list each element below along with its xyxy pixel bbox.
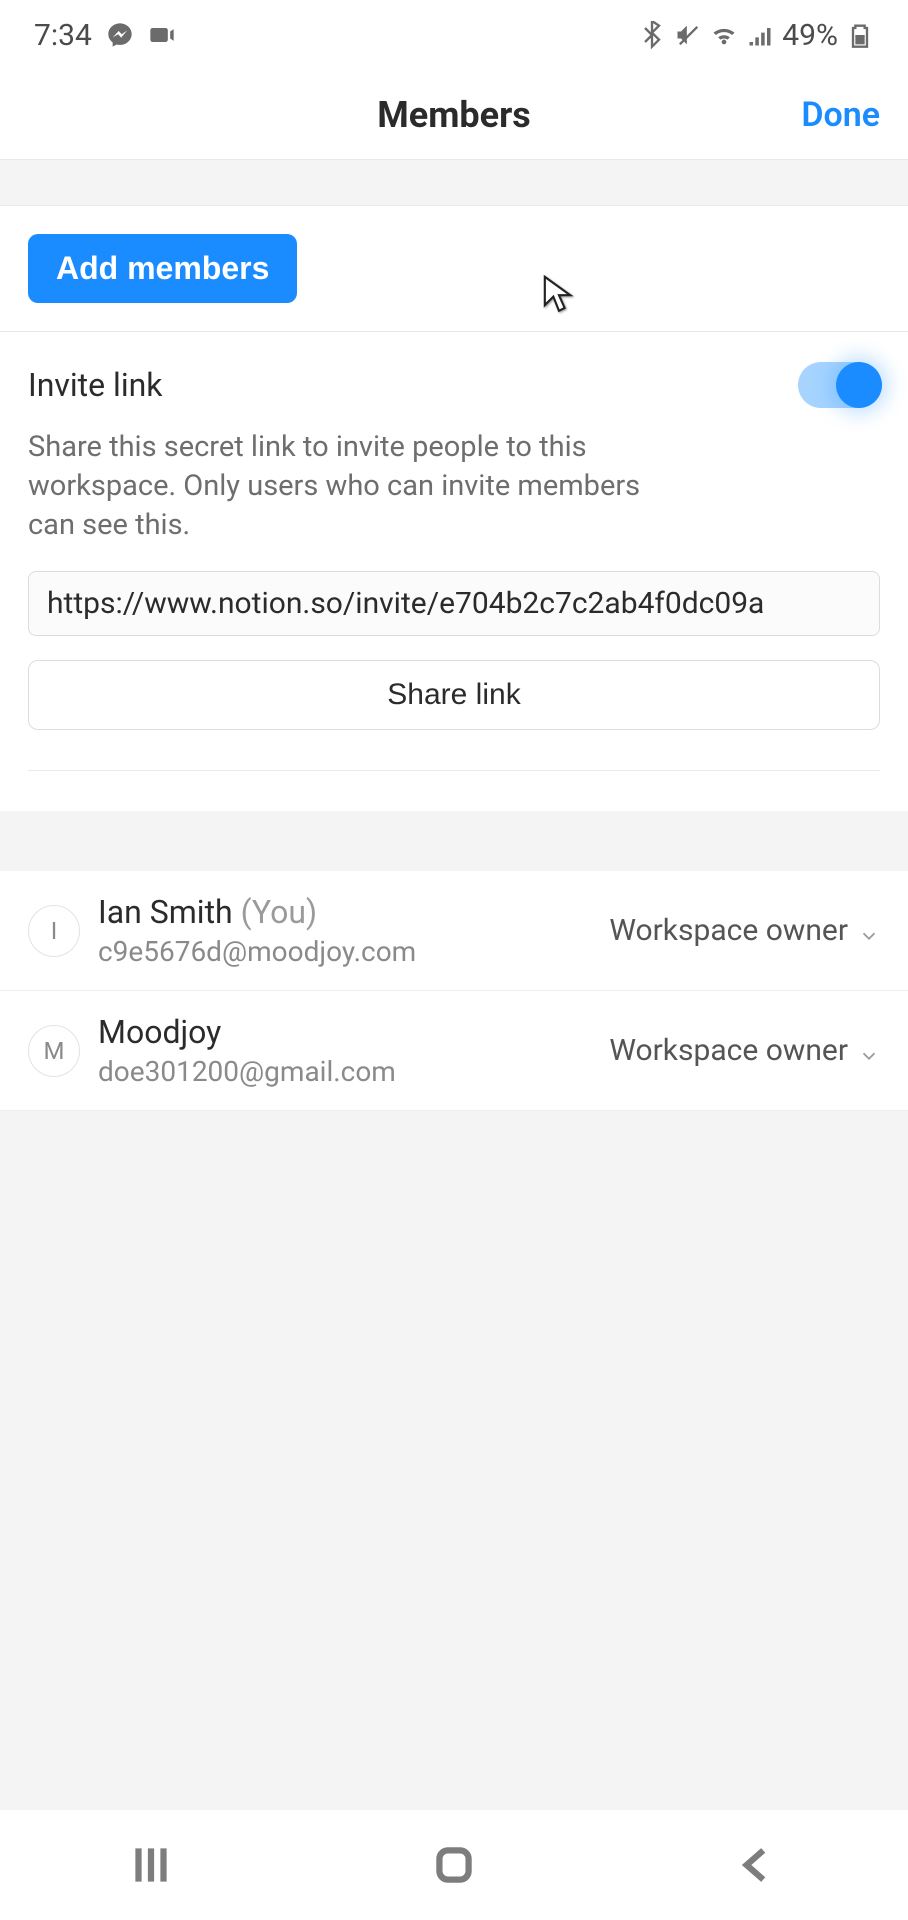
battery-icon — [846, 21, 874, 49]
member-name: Ian Smith (You) — [98, 893, 591, 931]
signal-icon — [746, 21, 774, 49]
nav-recent-icon[interactable] — [126, 1840, 176, 1890]
member-role-selector[interactable]: Workspace owner — [609, 913, 880, 948]
member-name: Moodjoy — [98, 1013, 591, 1051]
member-row: M Moodjoy doe301200@gmail.com Workspace … — [0, 991, 908, 1111]
video-notification-icon — [148, 21, 176, 49]
page-title: Members — [377, 94, 531, 136]
member-row: I Ian Smith (You) c9e5676d@moodjoy.com W… — [0, 871, 908, 991]
wifi-icon — [710, 21, 738, 49]
status-left: 7:34 — [34, 18, 176, 53]
invite-link-description: Share this secret link to invite people … — [28, 428, 668, 545]
status-bar: 7:34 49% — [0, 0, 908, 70]
section-gap — [0, 811, 908, 871]
toggle-knob — [836, 362, 882, 408]
member-info: Moodjoy doe301200@gmail.com — [98, 1013, 591, 1088]
mute-vibrate-icon — [674, 21, 702, 49]
battery-percent: 49% — [782, 18, 838, 53]
chevron-down-icon — [858, 1040, 880, 1062]
done-button[interactable]: Done — [801, 95, 880, 135]
member-role-label: Workspace owner — [609, 1033, 848, 1068]
chevron-down-icon — [858, 920, 880, 942]
nav-back-icon[interactable] — [732, 1840, 782, 1890]
invite-link-toggle[interactable] — [798, 362, 880, 408]
add-members-button[interactable]: Add members — [28, 234, 297, 303]
member-email: c9e5676d@moodjoy.com — [98, 935, 591, 968]
avatar: M — [28, 1025, 80, 1077]
divider — [28, 770, 880, 771]
page-header: Members Done — [0, 70, 908, 160]
member-name-text: Moodjoy — [98, 1013, 221, 1051]
invite-link-section: Invite link Share this secret link to in… — [0, 331, 908, 811]
add-members-section: Add members — [0, 206, 908, 331]
invite-link-field[interactable]: https://www.notion.so/invite/e704b2c7c2a… — [28, 571, 880, 636]
section-gap — [0, 160, 908, 206]
invite-link-title: Invite link — [28, 366, 162, 404]
messenger-icon — [106, 21, 134, 49]
member-role-label: Workspace owner — [609, 913, 848, 948]
member-name-text: Ian Smith — [98, 893, 233, 931]
member-role-selector[interactable]: Workspace owner — [609, 1033, 880, 1068]
member-email: doe301200@gmail.com — [98, 1055, 591, 1088]
status-time: 7:34 — [34, 18, 92, 53]
member-you-label: (You) — [241, 893, 318, 931]
share-link-button[interactable]: Share link — [28, 660, 880, 730]
member-info: Ian Smith (You) c9e5676d@moodjoy.com — [98, 893, 591, 968]
android-nav-bar — [0, 1810, 908, 1920]
nav-home-icon[interactable] — [429, 1840, 479, 1890]
bluetooth-icon — [638, 21, 666, 49]
avatar: I — [28, 905, 80, 957]
status-right: 49% — [638, 18, 874, 53]
